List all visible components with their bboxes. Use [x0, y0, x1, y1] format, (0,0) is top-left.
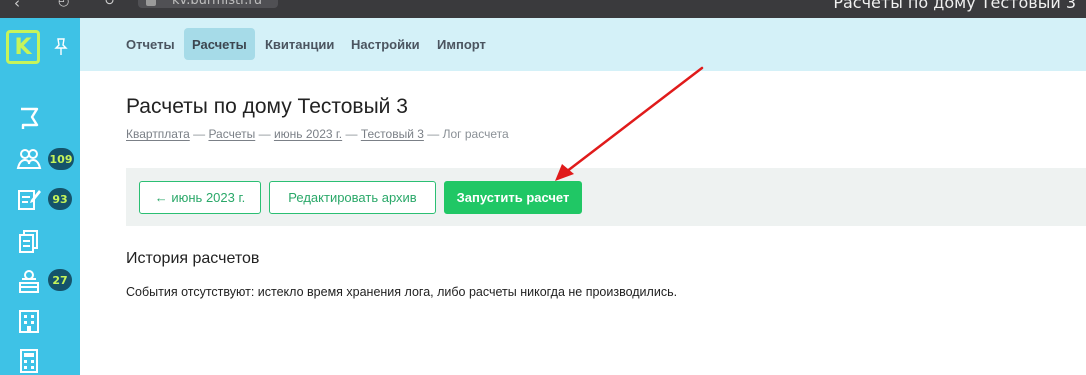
sidebar: K 109 93 27 [0, 18, 80, 375]
browser-bar: ‹ ◴ ↻ kv.burmistr.ru Расчеты по дому Тес… [0, 0, 1086, 18]
worker-icon[interactable] [16, 268, 42, 294]
worker-badge: 27 [48, 269, 72, 291]
window-title: Расчеты по дому Тестовый 3 [833, 0, 1076, 12]
history-icon[interactable]: ◴ [58, 0, 69, 9]
run-calculation-button[interactable]: Запустить расчет [444, 181, 582, 214]
history-empty-message: События отсутствуют: истекло время хране… [126, 285, 678, 299]
lock-icon [146, 0, 156, 6]
address-url[interactable]: kv.burmistr.ru [172, 0, 262, 8]
building-icon[interactable] [16, 308, 42, 334]
refresh-icon[interactable]: ↻ [104, 0, 115, 9]
edit-badge: 93 [48, 188, 72, 210]
pin-icon[interactable] [54, 38, 68, 56]
calculator-icon[interactable] [16, 348, 42, 374]
tab-settings[interactable]: Настройки [343, 28, 428, 60]
back-arrow-icon[interactable]: ‹ [14, 0, 20, 12]
logo[interactable]: K [6, 30, 40, 64]
breadcrumb-separator: — [193, 127, 206, 141]
tab-receipts[interactable]: Квитанции [257, 28, 342, 60]
back-period-button[interactable]: ← июнь 2023 г. [139, 181, 261, 214]
tab-reports[interactable]: Отчеты [118, 28, 183, 60]
breadcrumb-link-kvartplata[interactable]: Квартплата [126, 127, 190, 141]
breadcrumb-separator: — [258, 127, 271, 141]
tab-import[interactable]: Импорт [429, 28, 494, 60]
breadcrumb-separator: — [427, 127, 440, 141]
edit-document-icon[interactable] [16, 186, 42, 212]
documents-icon[interactable] [16, 228, 42, 254]
people-icon[interactable] [16, 146, 42, 172]
breadcrumb-link-period[interactable]: июнь 2023 г. [274, 127, 342, 141]
tab-calculations[interactable]: Расчеты [184, 28, 255, 60]
breadcrumb-current: Лог расчета [442, 127, 509, 141]
edit-archive-button[interactable]: Редактировать архив [269, 181, 436, 214]
flag-icon[interactable] [16, 106, 42, 132]
breadcrumb: Квартплата — Расчеты — июнь 2023 г. — Те… [126, 127, 509, 141]
breadcrumb-link-house[interactable]: Тестовый 3 [361, 127, 424, 141]
people-badge: 109 [48, 148, 74, 170]
history-title: История расчетов [126, 250, 260, 267]
breadcrumb-link-calculations[interactable]: Расчеты [208, 127, 255, 141]
page-title: Расчеты по дому Тестовый 3 [126, 95, 408, 118]
breadcrumb-separator: — [345, 127, 358, 141]
top-navigation: Отчеты Расчеты Квитанции Настройки Импор… [80, 18, 1086, 71]
action-panel: ← июнь 2023 г. Редактировать архив Запус… [126, 168, 1086, 226]
